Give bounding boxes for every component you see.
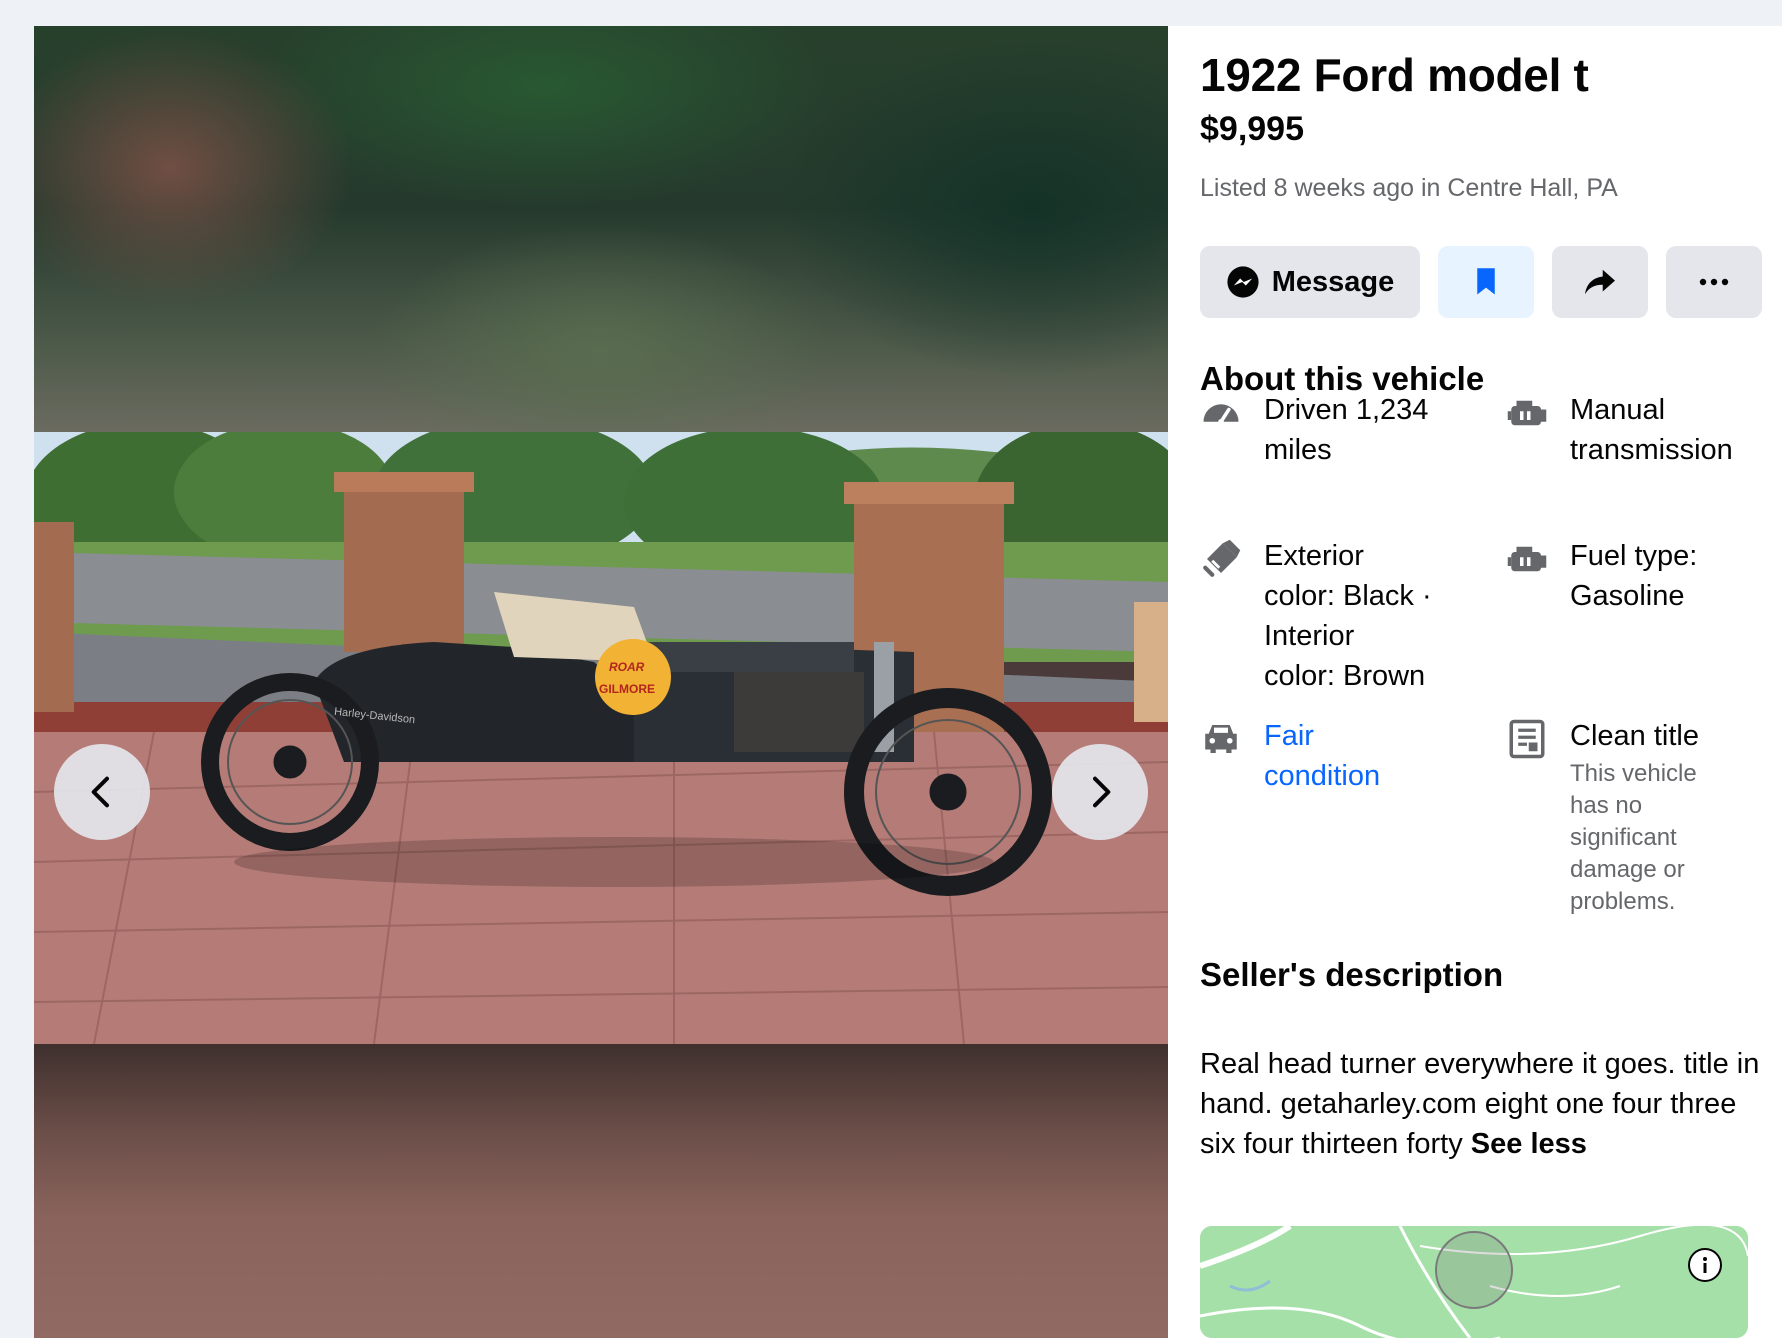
photo-sticker-bottom: GILMORE — [599, 682, 655, 696]
listing-details-panel: 1922 Ford model t $9,995 Listed 8 weeks … — [1168, 26, 1782, 1338]
chevron-left-icon — [91, 776, 109, 808]
spec-color-line-3: Interior — [1264, 620, 1355, 652]
bookmark-icon — [1477, 268, 1495, 295]
car-icon — [1205, 725, 1237, 753]
chevron-right-icon — [1093, 776, 1111, 808]
image-viewer: ROAR GILMORE Harley-Davidson — [34, 26, 1168, 1338]
spec-transmission-line-1: Manual — [1570, 394, 1666, 426]
messenger-icon — [1227, 266, 1259, 298]
transmission-icon — [1507, 400, 1547, 426]
spec-title-sub-4: damage or — [1570, 856, 1685, 883]
more-icon — [1699, 278, 1729, 286]
spec-title-sub-5: problems. — [1570, 888, 1676, 915]
spec-color-line-4: color: Brown — [1264, 660, 1426, 692]
spec-condition-line-1[interactable]: Fair — [1264, 716, 1380, 756]
spec-fuel-type: Fuel type: Gasoline — [1506, 536, 1776, 616]
paint-icon — [1203, 539, 1241, 577]
spec-color: Exterior color: Black · Interior color: … — [1200, 536, 1490, 696]
spec-color-line-2: color: Black · — [1264, 580, 1432, 612]
blurred-background-bottom — [34, 1044, 1168, 1338]
spec-transmission: Manual transmission — [1506, 390, 1776, 470]
message-button-label: Message — [1271, 265, 1395, 298]
save-button[interactable] — [1438, 246, 1534, 318]
spec-mileage: Driven 1,234 miles — [1200, 390, 1480, 470]
listing-title: 1922 Ford model t — [1200, 49, 1589, 101]
spec-title-sub-1: This vehicle — [1570, 760, 1697, 787]
spec-mileage-line-2: miles — [1264, 434, 1332, 466]
listing-photo: ROAR GILMORE Harley-Davidson — [34, 432, 1168, 1044]
speedometer-icon — [1203, 404, 1239, 425]
share-button[interactable] — [1552, 246, 1648, 318]
spec-title-sub-2: has no — [1570, 792, 1643, 819]
listing-price: $9,995 — [1200, 110, 1304, 148]
info-icon — [1703, 1257, 1707, 1273]
spec-fuel-line-1: Fuel type: — [1570, 540, 1698, 572]
spec-color-line-1: Exterior — [1264, 540, 1364, 572]
previous-photo-button[interactable] — [54, 744, 150, 840]
listing-meta: Listed 8 weeks ago in Centre Hall, PA — [1200, 174, 1618, 202]
map-info-button[interactable] — [1688, 1248, 1722, 1282]
spec-condition-line-2[interactable]: condition — [1264, 756, 1380, 796]
message-button[interactable]: Message — [1200, 246, 1420, 318]
spec-condition[interactable]: Fair condition — [1200, 716, 1490, 796]
seller-description: Real head turner everywhere it goes. tit… — [1200, 1044, 1760, 1164]
engine-icon — [1507, 546, 1547, 572]
photo-sticker-top: ROAR — [609, 660, 645, 674]
spec-title-status: Clean title This vehicle has no signific… — [1506, 716, 1776, 918]
document-icon — [1509, 719, 1545, 759]
share-icon — [1585, 269, 1615, 295]
next-photo-button[interactable] — [1052, 744, 1148, 840]
location-map[interactable] — [1200, 1226, 1748, 1338]
spec-mileage-line-1: Driven 1,234 — [1264, 394, 1429, 426]
seller-description-heading: Seller's description — [1200, 956, 1504, 993]
see-less-link[interactable]: See less — [1471, 1128, 1587, 1160]
spec-fuel-line-2: Gasoline — [1570, 580, 1685, 612]
more-options-button[interactable] — [1666, 246, 1762, 318]
spec-title-sub-3: significant — [1570, 824, 1677, 851]
spec-title-line-1: Clean title — [1570, 720, 1699, 752]
spec-transmission-line-2: transmission — [1570, 434, 1733, 466]
action-bar: Message — [1200, 246, 1762, 318]
blurred-background-top — [34, 26, 1168, 432]
